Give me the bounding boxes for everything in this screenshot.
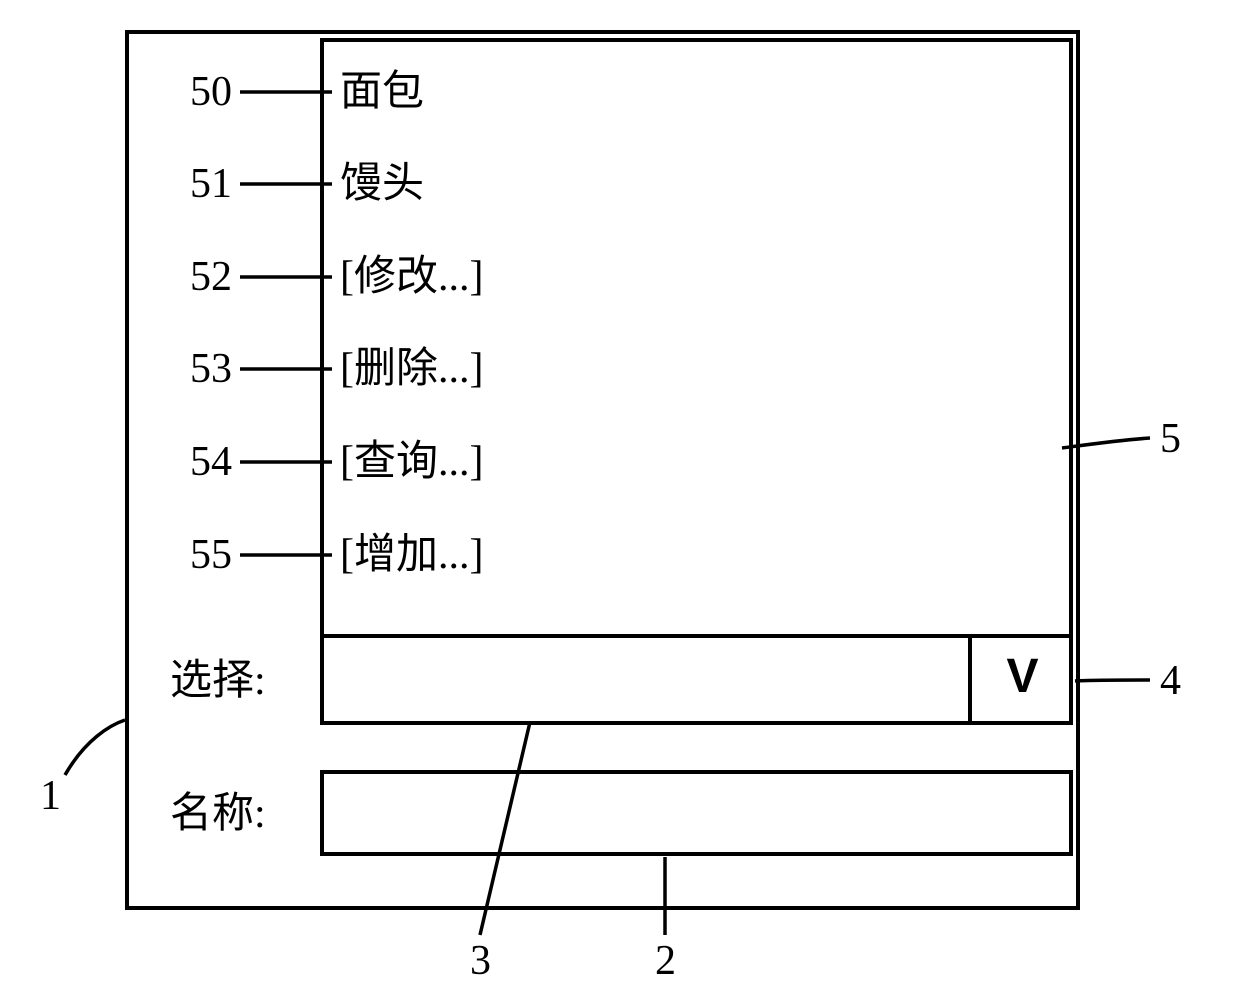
callout-55: 55 <box>190 534 232 576</box>
callout-50: 50 <box>190 71 232 113</box>
list-item-modify[interactable]: [修改...] <box>340 256 483 298</box>
callout-54: 54 <box>190 441 232 483</box>
list-item-mantou[interactable]: 馒头 <box>340 163 424 205</box>
dropdown-button[interactable]: V <box>968 634 1073 725</box>
name-label: 名称: <box>170 793 266 835</box>
callout-2: 2 <box>655 940 676 982</box>
select-label: 选择: <box>170 660 266 702</box>
callout-53: 53 <box>190 348 232 390</box>
list-item-bread[interactable]: 面包 <box>340 71 424 113</box>
callout-3: 3 <box>470 940 491 982</box>
chevron-down-icon: V <box>1006 650 1038 703</box>
callout-4: 4 <box>1160 660 1181 702</box>
name-field[interactable] <box>320 770 1073 856</box>
list-item-delete[interactable]: [删除...] <box>340 348 483 390</box>
callout-5: 5 <box>1160 418 1181 460</box>
list-item-query[interactable]: [查询...] <box>340 441 483 483</box>
callout-52: 52 <box>190 256 232 298</box>
list-item-add[interactable]: [增加...] <box>340 534 483 576</box>
callout-51: 51 <box>190 163 232 205</box>
select-field[interactable] <box>320 634 1073 725</box>
callout-1: 1 <box>40 775 61 817</box>
